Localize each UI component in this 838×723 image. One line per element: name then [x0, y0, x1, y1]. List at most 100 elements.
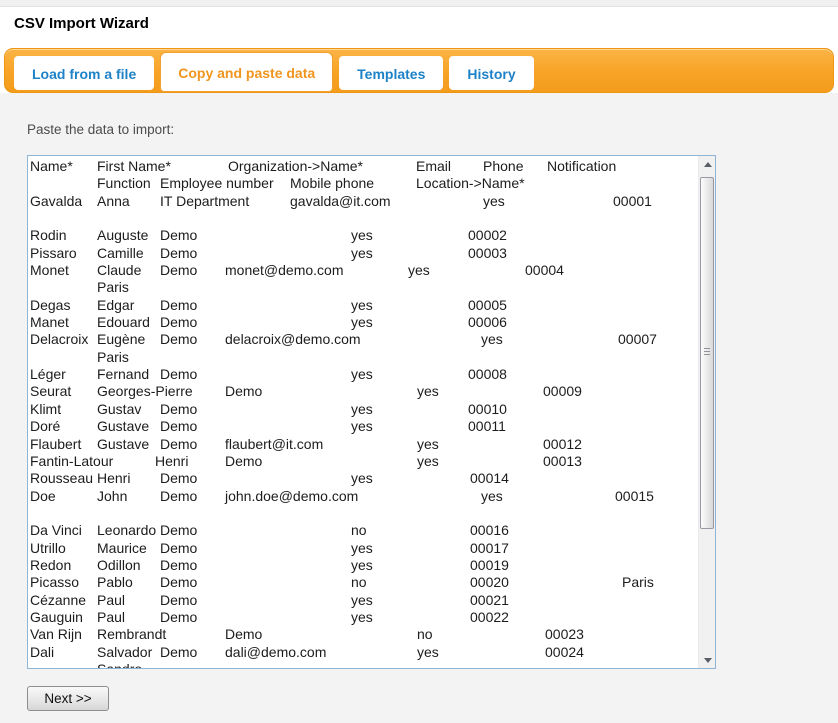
data-cell: no — [351, 522, 367, 539]
data-line: RedonOdillonDemoyes00019 — [28, 557, 698, 574]
data-cell: 00007 — [618, 331, 657, 348]
data-cell: Demo — [225, 383, 262, 400]
data-line: PissaroCamilleDemoyes00003 — [28, 245, 698, 262]
paste-data-label: Paste the data to import: — [27, 122, 174, 137]
scrollbar-thumb[interactable] — [700, 177, 714, 529]
data-line — [28, 505, 698, 522]
data-cell: 00020 — [470, 574, 509, 591]
triangle-down-icon — [704, 658, 712, 663]
page-title: CSV Import Wizard — [14, 15, 149, 32]
data-cell: Picasso — [30, 574, 79, 591]
data-cell: yes — [351, 609, 373, 626]
data-cell: Function — [97, 175, 151, 192]
data-cell: Henri — [155, 453, 188, 470]
data-cell: Demo — [160, 262, 197, 279]
data-cell: 00008 — [468, 366, 507, 383]
data-cell: yes — [351, 227, 373, 244]
data-cell: Georges-Pierre — [97, 383, 193, 400]
data-cell: Delacroix — [30, 331, 88, 348]
data-line: DelacroixEugèneDemodelacroix@demo.comyes… — [28, 331, 698, 348]
data-cell: Degas — [30, 297, 70, 314]
data-cell: Demo — [160, 227, 197, 244]
data-cell: Gauguin — [30, 609, 83, 626]
data-line: GauguinPaulDemoyes00022 — [28, 609, 698, 626]
data-line: Fantin-LatourHenriDemoyes00013 — [28, 453, 698, 470]
data-cell: 00017 — [470, 540, 509, 557]
data-line: ManetEdouardDemoyes00006 — [28, 314, 698, 331]
data-cell: Léger — [30, 366, 66, 383]
data-cell: 00006 — [468, 314, 507, 331]
tab-row: Load from a fileCopy and paste dataTempl… — [14, 49, 534, 92]
data-cell: Leonardo — [97, 522, 156, 539]
data-cell: Salvador — [97, 644, 152, 661]
data-cell: Flaubert — [30, 436, 81, 453]
data-line: RousseauHenriDemoyes00014 — [28, 470, 698, 487]
data-cell: yes — [351, 297, 373, 314]
data-cell: 00011 — [468, 418, 506, 435]
data-cell: Demo — [160, 540, 197, 557]
data-line: Name*First Name*Organization->Name*Email… — [28, 158, 698, 175]
data-cell: yes — [417, 453, 439, 470]
data-cell: Demo — [160, 522, 197, 539]
data-cell: Paris — [97, 279, 129, 296]
data-cell: Demo — [160, 314, 197, 331]
scrollbar-grip-icon — [704, 348, 710, 357]
data-line: DegasEdgarDemoyes00005 — [28, 297, 698, 314]
data-cell: yes — [351, 366, 373, 383]
data-cell: Gustave — [97, 436, 149, 453]
data-cell: 00022 — [470, 609, 509, 626]
data-cell: First Name* — [97, 158, 171, 175]
data-cell: 00010 — [468, 401, 507, 418]
data-cell: Demo — [160, 574, 197, 591]
data-cell: Fernand — [97, 366, 149, 383]
tab-history[interactable]: History — [449, 56, 533, 90]
data-cell: yes — [417, 644, 439, 661]
data-line: LégerFernandDemoyes00008 — [28, 366, 698, 383]
data-cell: Camille — [97, 245, 144, 262]
data-cell: Demo — [160, 245, 197, 262]
data-line: CézannePaulDemoyes00021 — [28, 592, 698, 609]
vertical-scrollbar[interactable] — [698, 156, 715, 668]
data-cell: 00001 — [613, 193, 652, 210]
data-cell: yes — [351, 540, 373, 557]
data-cell: Demo — [160, 436, 197, 453]
data-cell: Odillon — [97, 557, 141, 574]
paste-data-textarea[interactable]: Name*First Name*Organization->Name*Email… — [27, 155, 716, 669]
data-cell: Demo — [160, 297, 197, 314]
data-cell: Paris — [97, 349, 129, 366]
data-cell: yes — [351, 314, 373, 331]
data-cell: John — [97, 488, 127, 505]
data-cell: yes — [481, 331, 503, 348]
tab-copy-and-paste-data[interactable]: Copy and paste data — [160, 52, 333, 92]
next-button[interactable]: Next >> — [27, 686, 109, 711]
data-cell: Demo — [160, 488, 197, 505]
scroll-up-button[interactable] — [699, 156, 716, 172]
data-line: Paris — [28, 279, 698, 296]
data-cell: Sandro — [97, 661, 142, 669]
data-cell: Henri — [97, 470, 130, 487]
tab-load-from-a-file[interactable]: Load from a file — [14, 56, 154, 90]
data-line: DoeJohnDemojohn.doe@demo.comyes00015 — [28, 488, 698, 505]
data-line — [28, 210, 698, 227]
data-cell: Maurice — [97, 540, 147, 557]
data-cell: Klimt — [30, 401, 61, 418]
data-cell: Van Rijn — [30, 626, 82, 643]
scroll-down-button[interactable] — [699, 652, 716, 668]
tab-templates[interactable]: Templates — [339, 56, 443, 90]
data-cell: Redon — [30, 557, 71, 574]
wizard-tab-bar: Load from a fileCopy and paste dataTempl… — [4, 48, 834, 93]
data-cell: no — [417, 626, 433, 643]
data-cell: Demo — [160, 609, 197, 626]
data-cell: Pissaro — [30, 245, 77, 262]
data-cell: yes — [351, 418, 373, 435]
data-cell: 00003 — [468, 245, 507, 262]
data-line: PicassoPabloDemono00020Paris — [28, 574, 698, 591]
data-cell: Manet — [30, 314, 69, 331]
data-cell: Rodin — [30, 227, 67, 244]
data-line: SeuratGeorges-PierreDemoyes00009 — [28, 383, 698, 400]
data-line: Da VinciLeonardoDemono00016 — [28, 522, 698, 539]
data-cell: Edgar — [97, 297, 134, 314]
data-cell: Eugène — [97, 331, 145, 348]
data-cell: Paris — [622, 574, 654, 591]
data-cell: 00024 — [545, 644, 584, 661]
